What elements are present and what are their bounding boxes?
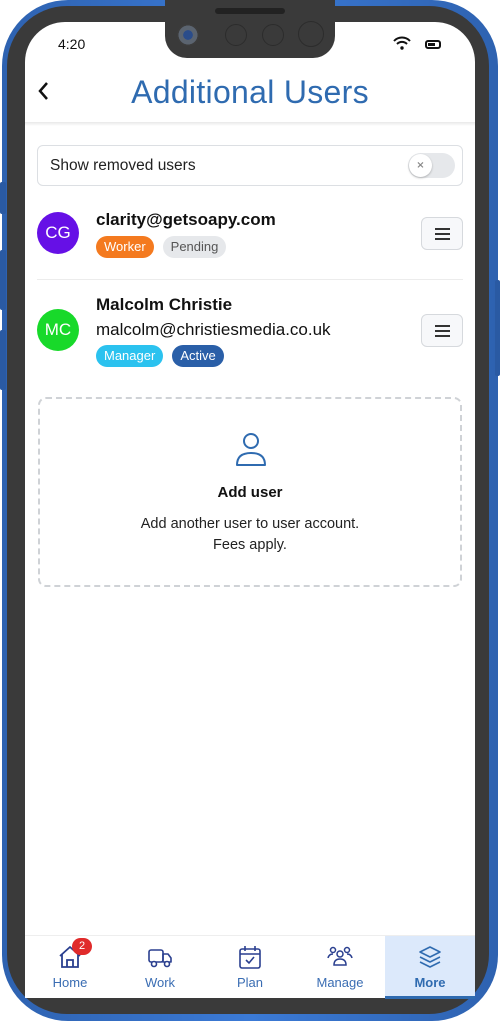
sensor-icon [262,24,284,46]
volume-down-button [0,250,6,310]
user-name: Malcolm Christie [96,295,233,314]
users-icon [327,946,353,966]
bottom-nav: 2 Home Work Plan Manage More [25,935,475,999]
status-badge: Pending [162,236,227,258]
user-badges: Manager Active [96,345,224,367]
add-user-description-line: Add another user to user account. [140,516,360,532]
show-removed-users-row: Show removed users × [37,145,463,186]
nav-item-more[interactable]: More [385,936,475,999]
user-list-item: MC Malcolm Christie malcolm@christiesmed… [37,295,463,370]
user-email: malcolm@christiesmedia.co.uk [96,320,331,339]
nav-item-manage[interactable]: Manage [295,936,385,999]
menu-icon [435,335,450,337]
side-button [0,330,6,390]
add-user-description-line: Fees apply. [213,537,287,553]
nav-item-work[interactable]: Work [115,936,205,999]
layers-icon [419,946,441,968]
user-list-item: CG clarity@getsoapy.com Worker Pending [37,210,463,270]
page-title: Additional Users [131,74,369,110]
truck-icon [148,949,172,968]
header-divider [25,122,475,126]
nav-label: Work [144,975,176,990]
sensor-icon [225,24,247,46]
add-user-card[interactable]: Add user Add another user to user accoun… [38,397,462,587]
nav-item-plan[interactable]: Plan [205,936,295,999]
add-user-title: Add user [217,484,283,501]
user-name: clarity@getsoapy.com [96,210,276,229]
status-badge: Active [172,345,224,367]
notification-badge: 2 [72,938,92,955]
menu-icon [435,330,450,332]
user-menu-button[interactable] [421,217,463,250]
avatar: CG [37,212,79,254]
nav-item-home[interactable]: 2 Home [25,936,115,999]
power-button [495,280,500,376]
divider [37,279,463,280]
menu-icon [435,238,450,240]
nav-label: More [414,975,446,990]
user-badges: Worker Pending [96,236,227,258]
volume-up-button [0,182,6,214]
role-badge: Worker [96,236,154,258]
toggle-knob: × [409,154,432,177]
add-user-description: Add another user to user account. Fees a… [40,514,460,556]
nav-label: Plan [236,975,264,990]
speaker-grille [215,8,285,14]
avatar: MC [37,309,79,351]
show-removed-users-label: Show removed users [50,157,196,174]
sensor-icon [298,21,324,47]
nav-label: Manage [316,975,364,990]
menu-icon [435,233,450,235]
role-badge: Manager [96,345,164,367]
user-menu-button[interactable] [421,314,463,347]
battery-icon [425,40,441,49]
wifi-icon [393,36,411,50]
menu-icon [435,325,450,327]
front-camera-icon [177,24,199,46]
nav-label: Home [52,975,88,990]
show-removed-users-toggle[interactable]: × [408,153,455,178]
user-icon [236,433,266,466]
menu-icon [435,228,450,230]
status-time: 4:20 [58,36,86,52]
calendar-check-icon [239,946,261,969]
